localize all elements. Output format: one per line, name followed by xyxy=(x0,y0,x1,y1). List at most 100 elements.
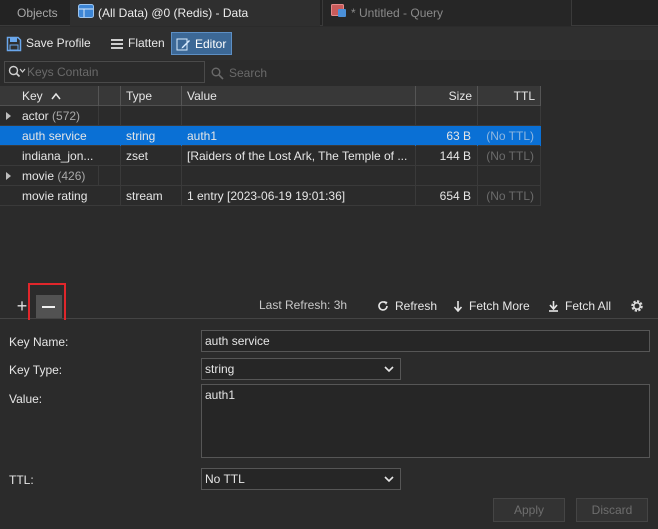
key-editor-panel: Key Name: auth service Key Type: string … xyxy=(0,320,658,529)
value-label: Value: xyxy=(9,392,43,406)
chevron-down-icon xyxy=(384,476,394,483)
remove-key-button[interactable] xyxy=(36,295,62,318)
expand-arrow-icon[interactable] xyxy=(6,112,11,120)
arrow-down-icon xyxy=(453,301,463,313)
grid-action-bar: + Last Refresh: 3h Refresh Fetch More Fe… xyxy=(0,293,658,319)
key-type-value: string xyxy=(205,362,235,376)
ttl-cell: (No TTL) xyxy=(478,186,541,206)
key-cell: indiana_jon... xyxy=(0,146,121,166)
table-row-group-movie[interactable]: movie (426) xyxy=(0,166,541,186)
save-profile-button[interactable]: Save Profile xyxy=(2,32,96,55)
column-key-label: Key xyxy=(22,89,43,103)
fetch-more-label: Fetch More xyxy=(469,299,530,313)
type-cell xyxy=(121,166,182,186)
ttl-label: TTL: xyxy=(9,473,34,487)
refresh-icon xyxy=(378,301,388,311)
type-cell xyxy=(121,106,182,126)
column-header-type[interactable]: Type xyxy=(121,86,182,106)
search-button[interactable]: Search xyxy=(211,64,267,82)
save-profile-label: Save Profile xyxy=(26,36,91,50)
spacer-cell xyxy=(99,106,121,126)
value-textarea[interactable]: auth1 xyxy=(201,384,650,458)
table-row-group-actor[interactable]: actor (572) xyxy=(0,106,541,126)
ttl-value: No TTL xyxy=(205,472,245,486)
key-type-select[interactable]: string xyxy=(201,358,401,380)
data-grid: Key Type Value Size TTL actor (572) auth… xyxy=(0,86,658,293)
search-icon[interactable] xyxy=(8,65,26,82)
expand-arrow-icon[interactable] xyxy=(6,172,11,180)
key-cell: movie rating xyxy=(0,186,121,206)
save-icon xyxy=(6,36,22,52)
size-cell: 63 B xyxy=(416,126,478,146)
type-cell: stream xyxy=(121,186,182,206)
flatten-button[interactable]: Flatten xyxy=(106,32,170,55)
last-refresh-label: Last Refresh: 3h xyxy=(259,298,348,312)
key-count: (572) xyxy=(52,109,81,123)
key-label: movie xyxy=(22,169,55,183)
column-header-spacer xyxy=(99,86,121,106)
fetch-all-label: Fetch All xyxy=(565,299,612,313)
apply-button[interactable]: Apply xyxy=(493,498,565,522)
table-row-selected[interactable]: auth service string auth1 63 B (No TTL) xyxy=(0,126,541,146)
editor-label: Editor xyxy=(195,37,227,51)
key-name-field[interactable]: auth service xyxy=(201,330,650,352)
tab-objects[interactable]: Objects xyxy=(0,0,68,26)
ttl-cell: (No TTL) xyxy=(478,146,541,166)
table-row[interactable]: movie rating stream 1 entry [2023-06-19 … xyxy=(0,186,541,206)
refresh-label: Refresh xyxy=(395,299,438,313)
search-button-label: Search xyxy=(229,66,268,80)
ttl-select[interactable]: No TTL xyxy=(201,468,401,490)
key-count: (426) xyxy=(57,169,86,183)
edit-icon xyxy=(176,38,190,51)
value-cell: 1 entry [2023-06-19 19:01:36] xyxy=(182,186,416,206)
tab-data[interactable]: (All Data) @0 (Redis) - Data xyxy=(70,0,320,26)
type-cell: zset xyxy=(121,146,182,166)
query-icon xyxy=(331,1,347,27)
flatten-label: Flatten xyxy=(128,36,165,50)
flatten-icon xyxy=(111,38,123,49)
column-header-ttl[interactable]: TTL xyxy=(478,86,541,106)
tab-data-label: (All Data) @0 (Redis) - Data xyxy=(98,6,249,20)
value-cell: [Raiders of the Lost Ark, The Temple of … xyxy=(182,146,416,166)
value-cell: auth1 xyxy=(182,126,416,146)
magnifier-icon xyxy=(211,67,224,80)
column-header-size[interactable]: Size xyxy=(416,86,478,106)
sort-ascending-icon xyxy=(51,92,61,100)
chevron-down-icon xyxy=(384,366,394,373)
column-header-key[interactable]: Key xyxy=(0,86,99,106)
tab-query[interactable]: * Untitled - Query xyxy=(322,0,572,26)
tab-query-label: * Untitled - Query xyxy=(351,6,444,20)
search-box[interactable] xyxy=(4,61,205,83)
search-row: Search xyxy=(0,60,658,86)
refresh-button[interactable]: Refresh xyxy=(377,298,437,314)
key-cell: auth service xyxy=(0,126,121,146)
size-cell: 144 B xyxy=(416,146,478,166)
ttl-cell: (No TTL) xyxy=(478,126,541,146)
fetch-all-button[interactable]: Fetch All xyxy=(548,298,611,314)
key-cell: actor (572) xyxy=(0,106,99,126)
tab-bar: Objects (All Data) @0 (Redis) - Data * U… xyxy=(0,0,658,26)
search-input[interactable] xyxy=(27,64,197,80)
value-cell xyxy=(182,166,416,186)
download-icon xyxy=(549,301,558,312)
ttl-cell xyxy=(478,166,541,186)
grid-header: Key Type Value Size TTL xyxy=(0,86,541,106)
spacer-cell xyxy=(99,166,121,186)
gear-icon[interactable] xyxy=(630,299,644,316)
table-row[interactable]: indiana_jon... zset [Raiders of the Lost… xyxy=(0,146,541,166)
column-header-value[interactable]: Value xyxy=(182,86,416,106)
ttl-cell xyxy=(478,106,541,126)
size-cell: 654 B xyxy=(416,186,478,206)
key-cell: movie (426) xyxy=(0,166,99,186)
editor-button[interactable]: Editor xyxy=(171,32,233,55)
size-cell xyxy=(416,106,478,126)
value-cell xyxy=(182,106,416,126)
fetch-more-button[interactable]: Fetch More xyxy=(453,298,530,314)
discard-button[interactable]: Discard xyxy=(576,498,648,522)
add-key-button[interactable]: + xyxy=(13,296,31,316)
key-type-label: Key Type: xyxy=(9,363,63,377)
type-cell: string xyxy=(121,126,182,146)
key-name-label: Key Name: xyxy=(9,335,69,349)
size-cell xyxy=(416,166,478,186)
key-label: actor xyxy=(22,109,49,123)
